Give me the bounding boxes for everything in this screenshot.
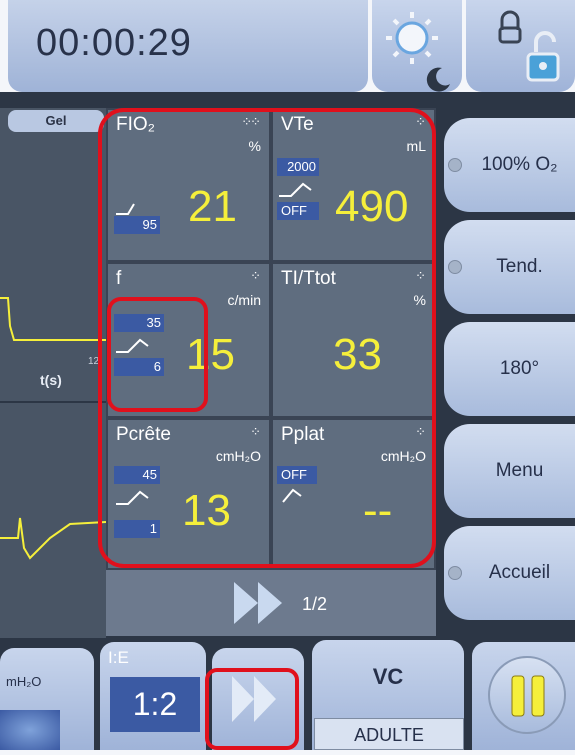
page-switch-button[interactable] [106, 570, 436, 636]
o2-100-button[interactable]: 100% O₂ [444, 118, 575, 212]
pressure-unit: mH₂O [6, 674, 42, 689]
ie-label: I:E [108, 648, 129, 667]
highlight-next-button [205, 668, 299, 750]
indicator-led [448, 158, 462, 172]
day-night-button[interactable] [372, 0, 462, 92]
pause-icon [511, 675, 545, 717]
menu-label: Menu [495, 460, 544, 481]
pause-button[interactable] [488, 656, 566, 734]
elapsed-time: 00:00:29 [36, 22, 192, 64]
ventilation-mode: VC [372, 664, 404, 689]
lock-button[interactable] [466, 0, 575, 92]
pressure-setting[interactable]: mH₂O [0, 648, 94, 750]
indicator-led [448, 566, 462, 580]
time-axis-label: t(s) [40, 372, 62, 388]
mode-button[interactable]: VC ADULTE [312, 640, 464, 750]
trends-label: Tend. [496, 256, 543, 277]
menu-button[interactable]: Menu [444, 424, 575, 518]
lock-icon [498, 10, 560, 82]
time-display: 00:00:29 [8, 0, 368, 92]
ie-value: 1:2 [110, 677, 200, 732]
page-indicator: 1/2 [302, 594, 328, 614]
sun-moon-icon [386, 12, 450, 92]
highlight-f-limits [107, 297, 208, 412]
trends-button[interactable]: Tend. [444, 220, 575, 314]
pause-button-container [472, 642, 575, 750]
home-button[interactable]: Accueil [444, 526, 575, 620]
rotate-label: 180° [499, 358, 540, 379]
o2-100-label: 100% O₂ [481, 154, 558, 175]
freeze-tab[interactable]: Gel [8, 110, 104, 132]
indicator-led [448, 260, 462, 274]
home-label: Accueil [488, 562, 551, 583]
rotate-button[interactable]: 180° [444, 322, 575, 416]
patient-type: ADULTE [314, 718, 464, 750]
pressure-value-field [0, 710, 60, 750]
fast-forward-icon [234, 582, 282, 624]
